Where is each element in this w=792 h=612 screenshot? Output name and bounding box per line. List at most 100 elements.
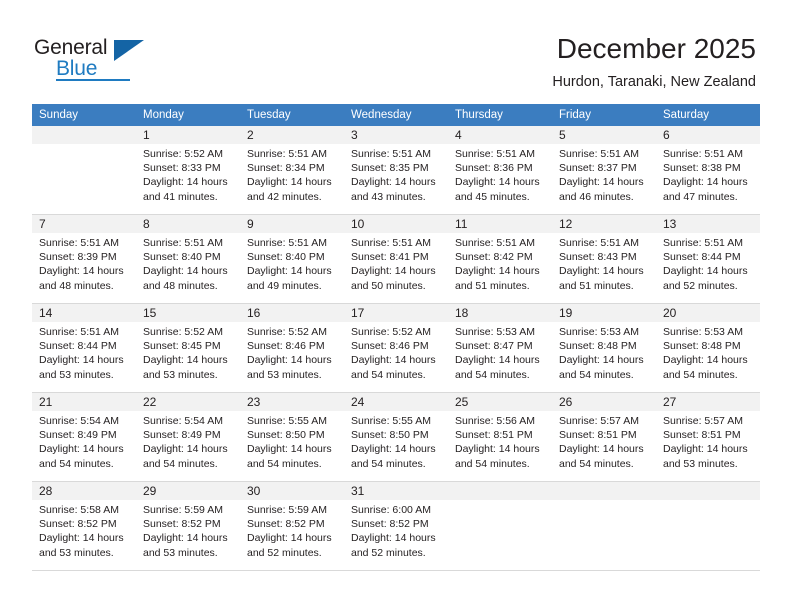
day-number-cell: 21 (32, 392, 136, 411)
day-cell[interactable]: Sunrise: 5:52 AM Sunset: 8:46 PM Daylight:… (240, 322, 344, 393)
day-detail-line: Sunrise: 5:51 AM (559, 237, 639, 249)
day-detail-line: Sunset: 8:52 PM (351, 518, 429, 531)
day-cell[interactable]: Sunrise: 5:51 AM Sunset: 8:40 PM Daylight:… (136, 233, 240, 304)
day-detail-line: Daylight: 14 hours (143, 532, 228, 545)
weekday-header-monday: Monday (136, 104, 240, 126)
day-detail-line: Daylight: 14 hours (455, 265, 540, 278)
day-cell[interactable]: Sunrise: 5:51 AM Sunset: 8:44 PM Daylight:… (656, 233, 760, 304)
week-daynumber-row: 14 15 16 17 18 19 20 (32, 303, 760, 322)
day-cell[interactable]: Sunrise: 5:51 AM Sunset: 8:42 PM Daylight:… (448, 233, 552, 304)
day-cell[interactable]: Sunrise: 5:52 AM Sunset: 8:45 PM Daylight:… (136, 322, 240, 393)
day-detail-line: Daylight: 14 hours (143, 354, 228, 367)
day-detail-line: Daylight: 14 hours (247, 443, 332, 456)
day-detail-line: Daylight: 14 hours (663, 265, 748, 278)
calendar-page: General Blue December 2025 Hurdon, Taran… (0, 0, 792, 612)
day-cell-content (448, 500, 552, 570)
day-number-cell: 8 (136, 214, 240, 233)
day-number: 14 (39, 306, 53, 320)
day-cell-content: Sunrise: 5:51 AM Sunset: 8:35 PM Daylight:… (344, 144, 448, 214)
day-cell[interactable]: Sunrise: 5:58 AM Sunset: 8:52 PM Daylight:… (32, 500, 136, 571)
day-cell[interactable]: Sunrise: 5:51 AM Sunset: 8:37 PM Daylight:… (552, 144, 656, 215)
day-detail-line: Sunrise: 5:53 AM (663, 326, 743, 338)
day-number: 31 (351, 484, 365, 498)
day-cell[interactable]: Sunrise: 5:51 AM Sunset: 8:34 PM Daylight:… (240, 144, 344, 215)
weekday-header-tuesday: Tuesday (240, 104, 344, 126)
day-cell[interactable]: Sunrise: 5:51 AM Sunset: 8:43 PM Daylight:… (552, 233, 656, 304)
empty-day-cell (656, 500, 760, 571)
day-detail-line: and 47 minutes. (663, 190, 738, 203)
day-detail-line: Daylight: 14 hours (247, 176, 332, 189)
day-cell[interactable]: Sunrise: 5:52 AM Sunset: 8:33 PM Daylight:… (136, 144, 240, 215)
day-number-cell: 31 (344, 481, 448, 500)
day-cell-content: Sunrise: 5:56 AM Sunset: 8:51 PM Daylight:… (448, 411, 552, 481)
day-cell[interactable]: Sunrise: 5:59 AM Sunset: 8:52 PM Daylight:… (136, 500, 240, 571)
day-detail-line: Daylight: 14 hours (351, 265, 436, 278)
day-cell[interactable]: Sunrise: 5:55 AM Sunset: 8:50 PM Daylight:… (344, 411, 448, 482)
day-cell[interactable]: Sunrise: 5:51 AM Sunset: 8:44 PM Daylight:… (32, 322, 136, 393)
day-detail-line: and 43 minutes. (351, 190, 426, 203)
day-cell[interactable]: Sunrise: 6:00 AM Sunset: 8:52 PM Daylight:… (344, 500, 448, 571)
day-detail-line: Sunrise: 5:59 AM (143, 504, 223, 516)
day-detail-line: Sunset: 8:46 PM (351, 340, 429, 353)
day-cell[interactable]: Sunrise: 5:53 AM Sunset: 8:48 PM Daylight:… (552, 322, 656, 393)
day-cell-content: Sunrise: 5:52 AM Sunset: 8:46 PM Daylight:… (344, 322, 448, 392)
day-cell[interactable]: Sunrise: 5:56 AM Sunset: 8:51 PM Daylight:… (448, 411, 552, 482)
day-number-cell: 14 (32, 303, 136, 322)
day-number: 13 (663, 217, 677, 231)
day-cell[interactable]: Sunrise: 5:54 AM Sunset: 8:49 PM Daylight:… (32, 411, 136, 482)
week-row: Sunrise: 5:51 AM Sunset: 8:39 PM Daylight:… (32, 233, 760, 304)
day-number: 21 (39, 395, 53, 409)
day-cell[interactable]: Sunrise: 5:51 AM Sunset: 8:39 PM Daylight:… (32, 233, 136, 304)
day-detail-line: Sunset: 8:43 PM (559, 251, 637, 264)
week-daynumber-row: 7 8 9 10 11 12 13 (32, 214, 760, 233)
day-number: 30 (247, 484, 261, 498)
day-detail-line: Daylight: 14 hours (559, 176, 644, 189)
day-number: 2 (247, 128, 254, 142)
day-cell[interactable]: Sunrise: 5:51 AM Sunset: 8:40 PM Daylight:… (240, 233, 344, 304)
day-cell[interactable]: Sunrise: 5:54 AM Sunset: 8:49 PM Daylight:… (136, 411, 240, 482)
empty-day-number-cell (656, 481, 760, 500)
day-cell-content (32, 144, 136, 214)
calendar-body: 1 2 3 4 5 6 Sunrise: 5:52 AM Sunset: 8:33 PM Day… (32, 126, 760, 571)
day-detail-line: Sunset: 8:51 PM (663, 429, 741, 442)
day-cell[interactable]: Sunrise: 5:59 AM Sunset: 8:52 PM Daylight:… (240, 500, 344, 571)
day-detail-line: Daylight: 14 hours (559, 443, 644, 456)
day-detail-line: and 54 minutes. (663, 368, 738, 381)
day-cell-content: Sunrise: 5:51 AM Sunset: 8:40 PM Daylight:… (136, 233, 240, 303)
day-cell[interactable]: Sunrise: 5:51 AM Sunset: 8:35 PM Daylight:… (344, 144, 448, 215)
day-cell[interactable]: Sunrise: 5:53 AM Sunset: 8:47 PM Daylight:… (448, 322, 552, 393)
day-detail-line: Sunset: 8:50 PM (351, 429, 429, 442)
day-cell[interactable]: Sunrise: 5:52 AM Sunset: 8:46 PM Daylight:… (344, 322, 448, 393)
day-cell[interactable]: Sunrise: 5:53 AM Sunset: 8:48 PM Daylight:… (656, 322, 760, 393)
day-cell[interactable]: Sunrise: 5:57 AM Sunset: 8:51 PM Daylight:… (552, 411, 656, 482)
day-detail-line: Sunset: 8:49 PM (39, 429, 117, 442)
day-detail-line: and 52 minutes. (663, 279, 738, 292)
day-number-cell: 9 (240, 214, 344, 233)
day-cell[interactable]: Sunrise: 5:55 AM Sunset: 8:50 PM Daylight:… (240, 411, 344, 482)
day-detail-line: Sunset: 8:44 PM (39, 340, 117, 353)
day-detail-line: and 45 minutes. (455, 190, 530, 203)
day-number-cell: 28 (32, 481, 136, 500)
day-cell-content: Sunrise: 5:51 AM Sunset: 8:43 PM Daylight:… (552, 233, 656, 303)
empty-day-cell (448, 500, 552, 571)
day-detail-line: Sunrise: 5:52 AM (143, 326, 223, 338)
day-cell-content: Sunrise: 5:51 AM Sunset: 8:42 PM Daylight:… (448, 233, 552, 303)
day-detail-line: and 52 minutes. (247, 546, 322, 559)
day-cell[interactable]: Sunrise: 5:57 AM Sunset: 8:51 PM Daylight:… (656, 411, 760, 482)
day-detail-line: Sunset: 8:44 PM (663, 251, 741, 264)
day-number: 1 (143, 128, 150, 142)
brand-logo[interactable]: General Blue (34, 36, 154, 82)
day-cell-content: Sunrise: 5:53 AM Sunset: 8:47 PM Daylight:… (448, 322, 552, 392)
day-number: 28 (39, 484, 53, 498)
day-detail-line: and 50 minutes. (351, 279, 426, 292)
day-detail-line: Daylight: 14 hours (247, 532, 332, 545)
page-subtitle: Hurdon, Taranaki, New Zealand (552, 74, 756, 90)
day-cell[interactable]: Sunrise: 5:51 AM Sunset: 8:41 PM Daylight:… (344, 233, 448, 304)
weekday-header-sunday: Sunday (32, 104, 136, 126)
day-detail-line: and 51 minutes. (559, 279, 634, 292)
day-detail-line: Sunset: 8:52 PM (143, 518, 221, 531)
day-cell-content: Sunrise: 5:51 AM Sunset: 8:37 PM Daylight:… (552, 144, 656, 214)
day-cell[interactable]: Sunrise: 5:51 AM Sunset: 8:36 PM Daylight:… (448, 144, 552, 215)
brand-underline (56, 79, 130, 81)
day-cell[interactable]: Sunrise: 5:51 AM Sunset: 8:38 PM Daylight:… (656, 144, 760, 215)
